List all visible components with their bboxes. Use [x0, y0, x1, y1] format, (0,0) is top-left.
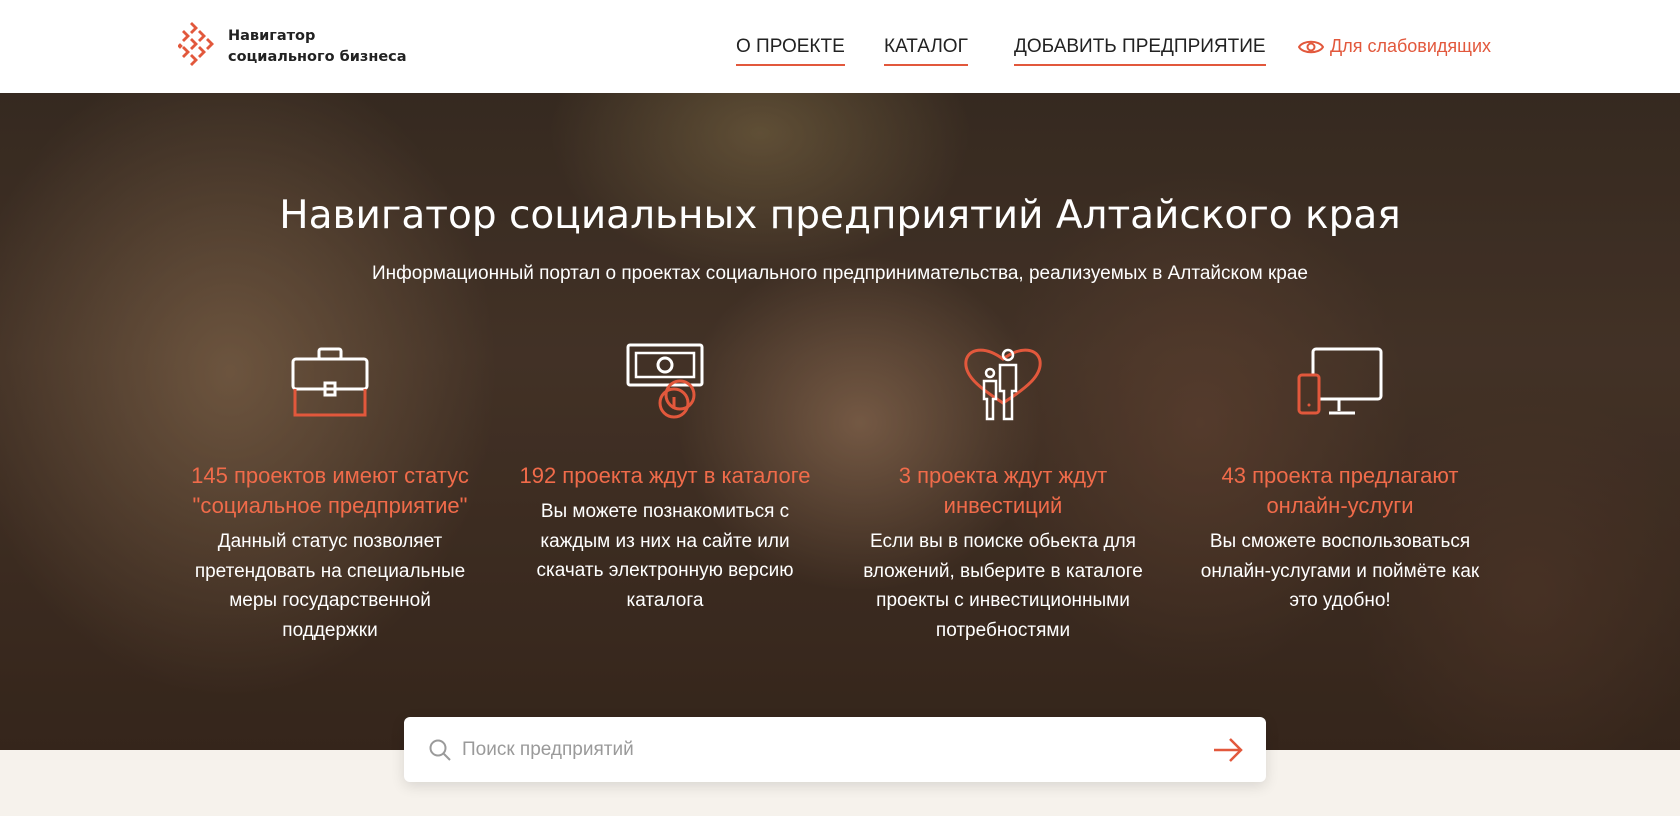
feature-catalog: 192 проекта ждут в каталоге Вы можете по…	[515, 343, 815, 615]
logo-line-1: Навигатор	[228, 28, 316, 44]
hero-section: Навигатор социальных предприятий Алтайск…	[0, 93, 1680, 750]
arrow-right-icon[interactable]	[1212, 737, 1244, 763]
feature-text: Если вы в поиске обьекта для вложений, в…	[863, 531, 1143, 641]
nav-catalog[interactable]: КАТАЛОГ	[884, 36, 968, 66]
family-heart-icon	[964, 348, 1042, 421]
feature-investments: 3 проекта ждут ждут инвестиций Если вы в…	[853, 343, 1153, 645]
feature-heading: 43 проекта предлагают онлайн-услуги	[1221, 463, 1459, 518]
site-logo[interactable]: Навигатор социального бизнеса	[178, 20, 407, 74]
low-vision-button[interactable]: Для слабовидящих	[1298, 36, 1491, 57]
feature-text: Вы сможете воспользоваться онлайн-услуга…	[1200, 531, 1480, 611]
feature-heading: 145 проектов имеют статус "социальное пр…	[191, 463, 469, 518]
devices-icon	[1297, 347, 1383, 415]
feature-text: Данный статус позволяет претендовать на …	[194, 531, 466, 641]
logo-icon	[178, 22, 214, 66]
feature-heading: 192 проекта ждут в каталоге	[519, 463, 811, 488]
search-bar	[404, 717, 1266, 782]
low-vision-label: Для слабовидящих	[1330, 36, 1492, 56]
search-input[interactable]	[462, 717, 1182, 782]
feature-text: Вы можете познакомиться с каждым из них …	[536, 501, 794, 611]
feature-status: 145 проектов имеют статус "социальное пр…	[180, 343, 480, 645]
eye-icon	[1298, 40, 1324, 53]
search-icon	[429, 739, 451, 761]
feature-heading: 3 проекта ждут ждут инвестиций	[898, 463, 1108, 518]
hero-title: Навигатор социальных предприятий Алтайск…	[279, 193, 1401, 238]
site-header: Навигатор социального бизнеса О ПРОЕКТЕ …	[0, 0, 1680, 93]
money-icon	[626, 343, 704, 419]
briefcase-icon	[291, 347, 369, 417]
nav-about[interactable]: О ПРОЕКТЕ	[736, 36, 845, 66]
nav-add-enterprise[interactable]: ДОБАВИТЬ ПРЕДПРИЯТИЕ	[1014, 36, 1266, 66]
feature-online: 43 проекта предлагают онлайн-услуги Вы с…	[1190, 343, 1490, 616]
logo-line-2: социального бизнеса	[228, 49, 407, 65]
hero-subtitle: Информационный портал о проектах социаль…	[371, 263, 1308, 284]
logo-text: Навигатор социального бизнеса	[228, 26, 407, 68]
